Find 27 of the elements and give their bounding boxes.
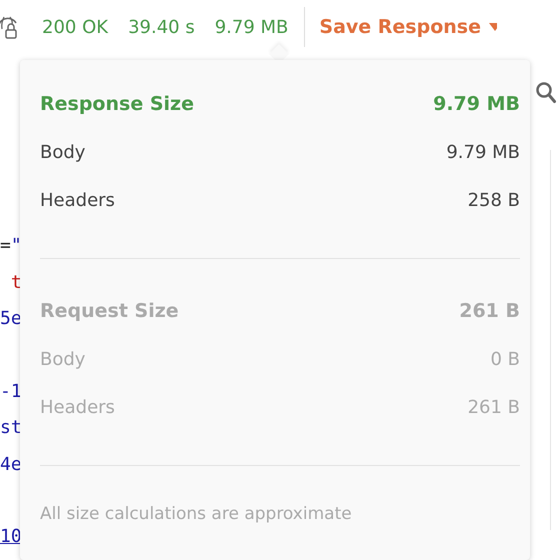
caret-icon[interactable]	[488, 23, 497, 31]
footnote: All size calculations are approximate	[40, 503, 353, 526]
status-code: 200 OK	[42, 16, 108, 38]
code-line: 4e	[0, 452, 22, 476]
code-line: 10	[0, 525, 22, 549]
section-title: Response Size	[40, 93, 194, 115]
size-label: Headers	[40, 396, 115, 418]
size-label: Headers	[40, 190, 115, 210]
response-time: 39.40 s	[128, 16, 195, 38]
size-label: Body	[40, 142, 86, 162]
size-label: Body	[40, 348, 86, 370]
globe-lock-icon[interactable]	[0, 15, 18, 39]
code-line: st	[0, 416, 22, 440]
section-total: 261 B	[459, 300, 520, 322]
response-size[interactable]: 9.79 MB	[214, 16, 288, 38]
search-icon[interactable]	[536, 82, 556, 104]
code-line: -1	[0, 380, 22, 404]
code-line: 5e	[0, 307, 22, 331]
save-response-button[interactable]: Save Response	[319, 16, 481, 38]
size-value: 0 B	[490, 348, 520, 370]
size-value: 258 B	[468, 190, 520, 210]
code-line: t	[10, 270, 22, 294]
section-total: 9.79 MB	[433, 93, 520, 115]
section-title: Request Size	[40, 300, 179, 322]
code-line: ="	[0, 234, 22, 258]
size-value: 261 B	[468, 396, 520, 418]
size-value: 9.79 MB	[446, 142, 520, 162]
